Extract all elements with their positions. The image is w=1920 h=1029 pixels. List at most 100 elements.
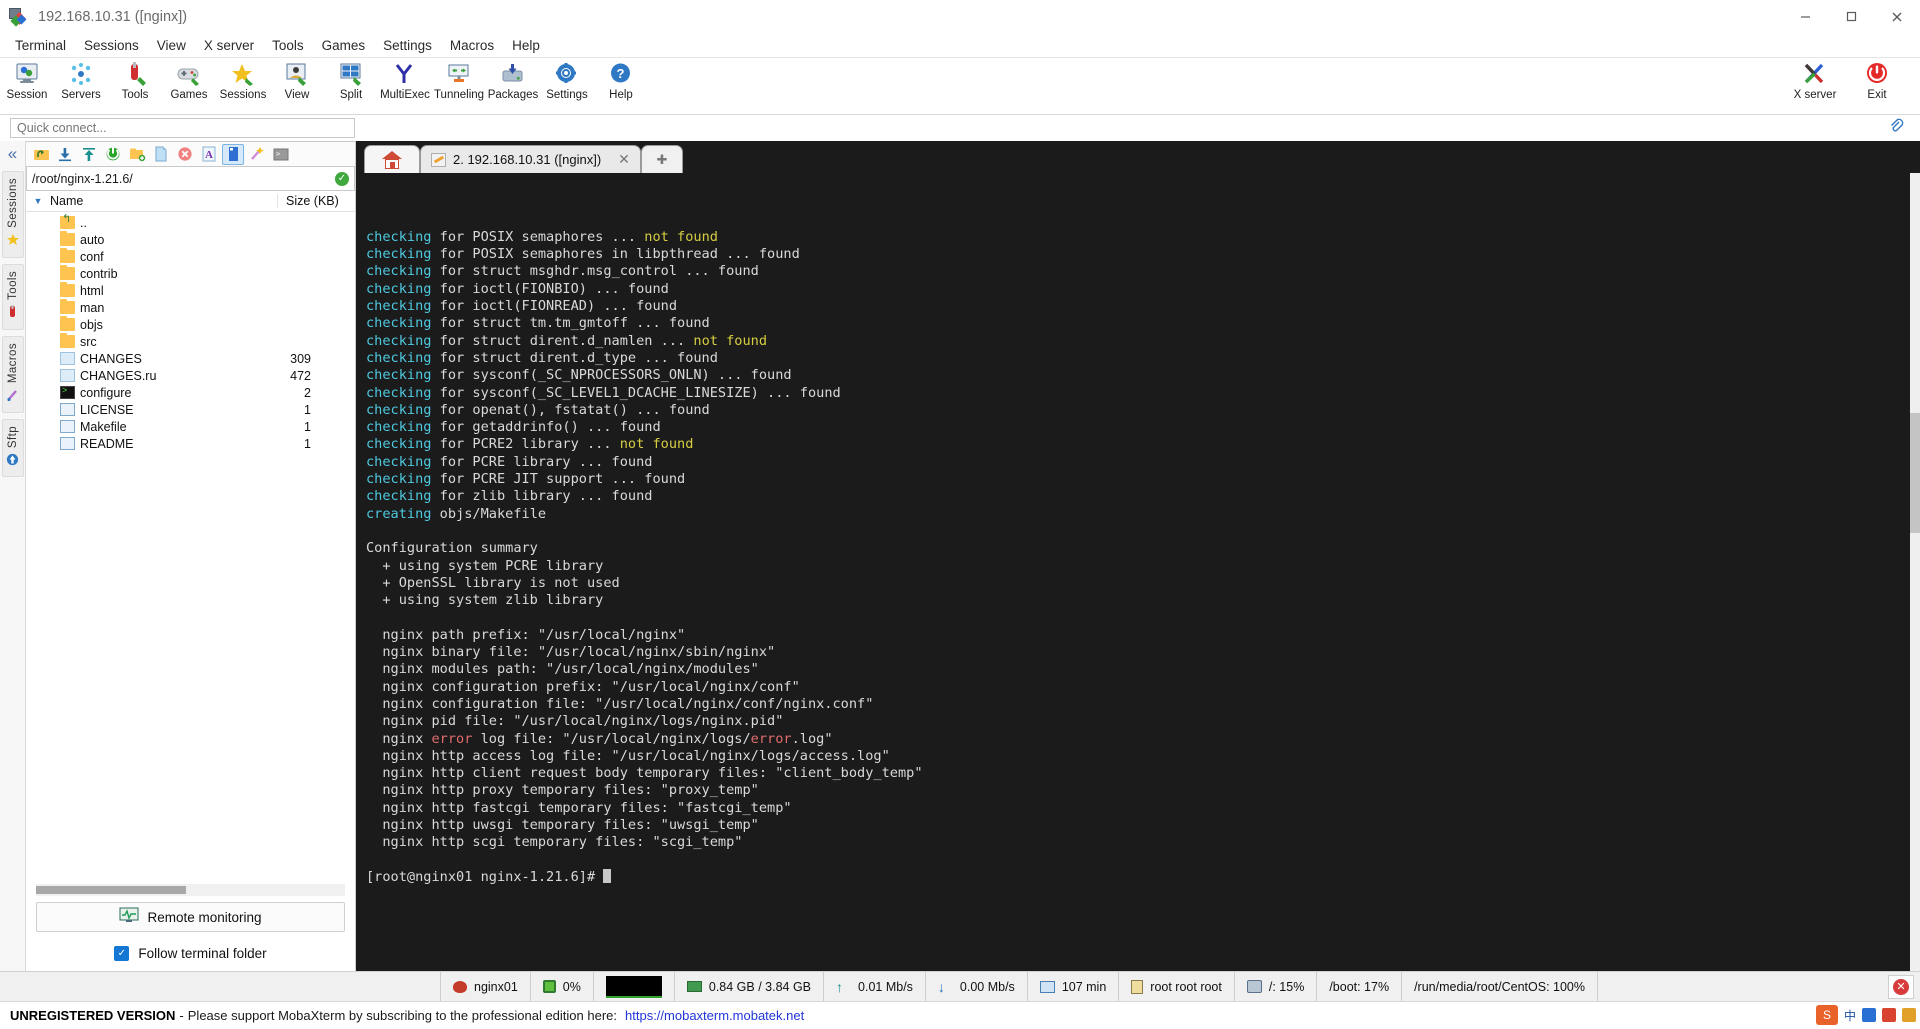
text-mode-icon[interactable]: A <box>198 144 220 165</box>
file-list[interactable]: .. auto conf contrib html man objs src CHANGES 30… <box>26 212 355 880</box>
menu-item-settings[interactable]: Settings <box>374 35 441 57</box>
tab-home[interactable] <box>364 145 420 173</box>
status-right-group: ✕ <box>1882 974 1920 999</box>
file-list-item[interactable]: html <box>26 282 355 299</box>
cpu-graph <box>605 975 662 998</box>
delete-icon[interactable] <box>174 144 196 165</box>
file-list-item[interactable]: README 1 <box>26 435 355 452</box>
new-folder-icon[interactable] <box>126 144 148 165</box>
ribbon-view[interactable]: View <box>270 60 324 101</box>
file-list-item[interactable]: src <box>26 333 355 350</box>
ime-tool-icon-3[interactable] <box>1902 1008 1916 1022</box>
file-list-item[interactable]: configure 2 <box>26 384 355 401</box>
terminal-line: checking for sysconf(_SC_NPROCESSORS_ONL… <box>366 367 792 384</box>
tunneling-icon <box>446 60 472 88</box>
file-list-item[interactable]: .. <box>26 212 355 231</box>
remote-monitoring-button[interactable]: Remote monitoring <box>36 902 345 932</box>
terminal-line: nginx http access log file: "/usr/local/… <box>366 747 890 764</box>
quick-connect-input[interactable] <box>10 118 355 138</box>
up-icon <box>60 212 75 229</box>
new-file-icon[interactable] <box>150 144 172 165</box>
terminal-output[interactable]: checking for POSIX semaphores ... not fo… <box>356 173 1920 971</box>
ribbon-settings[interactable]: Settings <box>540 60 594 101</box>
file-list-item[interactable]: CHANGES.ru 472 <box>26 367 355 384</box>
column-header-size[interactable]: Size (KB) <box>277 194 355 208</box>
ribbon-session[interactable]: Session <box>0 60 54 101</box>
rail-group-tools[interactable]: Tools <box>1 263 24 330</box>
maximize-button[interactable] <box>1828 0 1874 34</box>
sort-caret-icon[interactable]: ▼ <box>26 196 50 206</box>
ribbon-xserver[interactable]: X server <box>1784 60 1846 101</box>
upload-icon[interactable] <box>78 144 100 165</box>
file-list-item[interactable]: CHANGES 309 <box>26 350 355 367</box>
ime-tool-icon-1[interactable] <box>1862 1008 1876 1022</box>
file-list-item[interactable]: conf <box>26 248 355 265</box>
rail-group-sftp[interactable]: Sftp <box>1 418 24 477</box>
menu-item-games[interactable]: Games <box>313 35 375 57</box>
ribbon-split[interactable]: Split <box>324 60 378 101</box>
magic-icon[interactable] <box>246 144 268 165</box>
file-size: 1 <box>304 402 311 417</box>
go-up-icon[interactable] <box>30 144 52 165</box>
quick-connect-row <box>0 115 1920 141</box>
terminal-scrollbar[interactable] <box>1910 173 1920 971</box>
file-list-item[interactable]: man <box>26 299 355 316</box>
terminal-icon[interactable]: > <box>270 144 292 165</box>
file-list-item[interactable]: objs <box>26 316 355 333</box>
paperclip-icon[interactable] <box>1888 118 1904 139</box>
status-download-value: 0.00 Mb/s <box>959 979 1015 994</box>
terminal-line: nginx pid file: "/usr/local/nginx/logs/n… <box>366 713 784 730</box>
refresh-icon[interactable] <box>102 144 124 165</box>
file-list-item[interactable]: Makefile 1 <box>26 418 355 435</box>
menu-item-terminal[interactable]: Terminal <box>6 35 75 57</box>
minimize-button[interactable] <box>1782 0 1828 34</box>
ribbon-multiexec-label: MultiExec <box>380 89 430 101</box>
file-list-item[interactable]: auto <box>26 231 355 248</box>
ime-tool-icon-2[interactable] <box>1882 1008 1896 1022</box>
menu-item-view[interactable]: View <box>148 35 195 57</box>
status-close-button[interactable]: ✕ <box>1888 974 1914 999</box>
menu-item-macros[interactable]: Macros <box>441 35 503 57</box>
folder-icon <box>60 333 75 348</box>
close-button[interactable] <box>1874 0 1920 34</box>
file-list-item[interactable]: contrib <box>26 265 355 282</box>
ribbon-games[interactable]: Games <box>162 60 216 101</box>
sidebar-horizontal-scrollbar[interactable] <box>36 884 345 896</box>
status-upload: ↑ 0.01 Mb/s <box>824 971 926 1002</box>
terminal-line: + using system PCRE library <box>366 557 604 574</box>
ribbon-sessions-label: Sessions <box>219 89 267 101</box>
ribbon-tools[interactable]: Tools <box>108 60 162 101</box>
ribbon-help[interactable]: ? Help <box>594 60 648 101</box>
ribbon-servers[interactable]: Servers <box>54 60 108 101</box>
menu-item-sessions[interactable]: Sessions <box>75 35 148 57</box>
sftp-path-bar[interactable]: /root/nginx-1.21.6/ ✓ <box>26 167 355 191</box>
follow-terminal-folder-row[interactable]: ✓ Follow terminal folder <box>36 946 345 961</box>
ribbon-exit[interactable]: Exit <box>1846 60 1908 101</box>
terminal-line: nginx configuration file: "/usr/local/ng… <box>366 695 874 712</box>
ribbon-multiexec[interactable]: MultiExec <box>378 60 432 101</box>
follow-terminal-folder-checkbox[interactable]: ✓ <box>114 946 130 961</box>
menu-item-xserver[interactable]: X server <box>195 35 263 57</box>
column-header-name[interactable]: Name <box>50 194 277 208</box>
path-ok-icon: ✓ <box>335 171 349 186</box>
term-icon <box>60 385 75 399</box>
ribbon-servers-label: Servers <box>61 89 101 101</box>
ribbon-packages[interactable]: Packages <box>486 60 540 101</box>
download-icon[interactable] <box>54 144 76 165</box>
file-list-item[interactable]: LICENSE 1 <box>26 401 355 418</box>
rail-group-sessions[interactable]: Sessions <box>1 171 24 258</box>
ime-language-label[interactable]: 中 <box>1844 1007 1856 1024</box>
tab-close-icon[interactable]: ✕ <box>618 151 630 168</box>
footer-link[interactable]: https://mobaxterm.mobatek.net <box>625 1008 804 1023</box>
ime-badge-icon[interactable]: S <box>1815 1005 1838 1025</box>
ribbon-sessions[interactable]: Sessions <box>216 60 270 101</box>
menu-item-help[interactable]: Help <box>503 35 549 57</box>
binary-mode-icon[interactable] <box>222 143 244 165</box>
ribbon-tunneling[interactable]: Tunneling <box>432 60 486 101</box>
rail-group-macros[interactable]: Macros <box>1 335 24 413</box>
folder-icon <box>60 248 75 263</box>
collapse-sidebar-button[interactable]: « <box>8 145 17 162</box>
menu-item-tools[interactable]: Tools <box>263 35 313 57</box>
new-tab-button[interactable]: ✚ <box>640 145 683 173</box>
tab-session-1[interactable]: 2. 192.168.10.31 ([nginx]) ✕ <box>420 145 641 173</box>
